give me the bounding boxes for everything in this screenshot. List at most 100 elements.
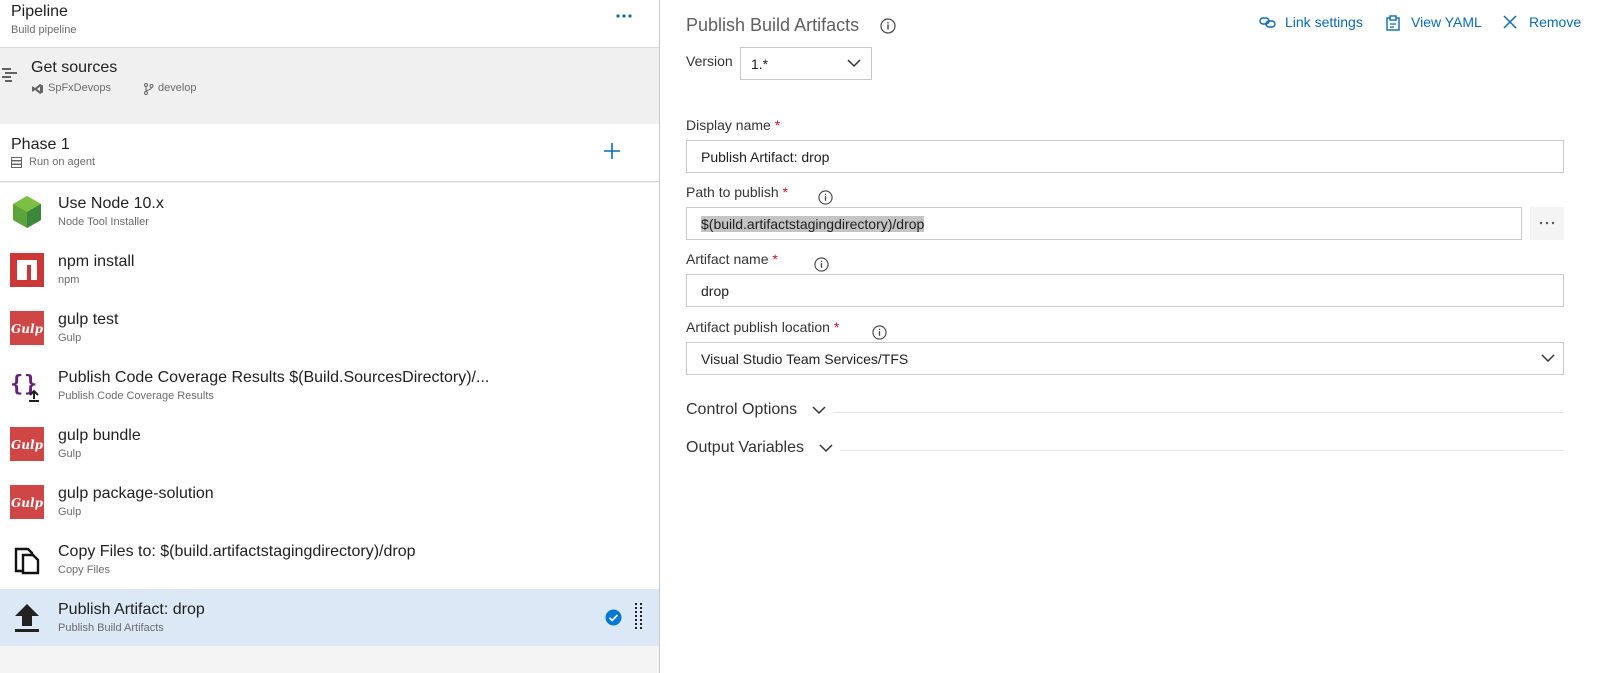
output-variables-toggle[interactable]: Output Variables	[686, 439, 833, 457]
task-name: Publish Artifact: drop	[58, 601, 205, 618]
version-select[interactable]: 1.*	[740, 47, 872, 80]
task-name: Copy Files to: $(build.artifactstagingdi…	[58, 543, 416, 560]
gulp-icon: Gulp	[10, 485, 44, 519]
remove-button[interactable]: Remove	[1503, 13, 1585, 33]
display-name-label-text: Display name	[686, 117, 771, 133]
svg-text:Gulp: Gulp	[11, 496, 44, 510]
ellipsis-icon	[616, 14, 632, 18]
chevron-down-icon	[847, 59, 861, 68]
publish-location-label: Artifact publish location *	[686, 319, 839, 335]
info-icon[interactable]	[814, 257, 829, 272]
agent-server-icon	[11, 157, 22, 168]
phase-header[interactable]: Phase 1 Run on agent	[0, 124, 659, 182]
plus-icon	[604, 143, 620, 159]
section-divider	[833, 412, 1564, 413]
task-item[interactable]: { } Publish Code Coverage Results $(Buil…	[0, 357, 659, 415]
link-settings-label: Link settings	[1285, 14, 1363, 30]
task-item[interactable]: Use Node 10.x Node Tool Installer	[0, 183, 659, 241]
task-details-title: Publish Build Artifacts	[686, 15, 860, 35]
output-variables-label: Output Variables	[686, 439, 804, 456]
remove-label: Remove	[1529, 14, 1582, 30]
chevron-down-icon	[819, 444, 833, 453]
add-task-button[interactable]	[601, 140, 623, 162]
task-type: Gulp	[58, 448, 82, 460]
version-value: 1.*	[751, 56, 769, 72]
control-options-label: Control Options	[686, 401, 798, 418]
view-yaml-label: View YAML	[1411, 14, 1482, 30]
info-icon[interactable]	[872, 325, 887, 340]
artifact-name-value: drop	[701, 283, 730, 299]
visual-studio-icon	[32, 84, 43, 94]
link-settings-button[interactable]: Link settings	[1259, 13, 1371, 33]
view-yaml-button[interactable]: View YAML	[1385, 13, 1487, 33]
clipboard-icon	[1386, 15, 1400, 31]
source-branch: develop	[158, 82, 197, 94]
close-icon	[1503, 15, 1517, 29]
chevron-down-icon	[812, 406, 826, 415]
artifact-name-label: Artifact name *	[686, 251, 778, 267]
source-repo: SpFxDevops	[48, 82, 111, 94]
task-name: gulp package-solution	[58, 485, 214, 502]
display-name-label: Display name *	[686, 117, 780, 133]
get-sources-item[interactable]: Get sources SpFxDevops develop	[0, 48, 659, 124]
task-type: Publish Build Artifacts	[58, 622, 164, 634]
node-icon	[13, 196, 41, 228]
gulp-icon: Gulp	[10, 427, 44, 461]
task-type: Gulp	[58, 506, 82, 518]
display-name-field[interactable]: Publish Artifact: drop	[686, 140, 1564, 173]
task-item[interactable]: Gulp gulp bundle Gulp	[0, 415, 659, 473]
task-type: Gulp	[58, 332, 82, 344]
code-coverage-icon: { }	[10, 372, 39, 402]
svg-text:Gulp: Gulp	[11, 438, 44, 452]
pipeline-pane: Pipeline Build pipeline Get sources SpFx…	[0, 0, 660, 673]
required-marker: *	[833, 319, 840, 335]
info-icon[interactable]	[818, 190, 833, 205]
sources-list-icon	[2, 68, 17, 82]
task-item[interactable]: npm install npm	[0, 241, 659, 299]
artifact-name-field[interactable]: drop	[686, 274, 1564, 307]
control-options-toggle[interactable]: Control Options	[686, 401, 826, 419]
path-to-publish-field[interactable]: $(build.artifactstagingdirectory)/drop	[686, 207, 1522, 240]
task-name: Publish Code Coverage Results $(Build.So…	[58, 369, 490, 386]
publish-location-select[interactable]: Visual Studio Team Services/TFS	[686, 342, 1564, 375]
npm-icon	[10, 253, 44, 287]
path-label-text: Path to publish	[686, 184, 779, 200]
chevron-down-icon	[1541, 354, 1555, 363]
publish-artifact-icon	[15, 604, 39, 632]
gulp-icon: Gulp	[10, 311, 44, 345]
browse-path-button[interactable]	[1530, 207, 1564, 240]
pipeline-header[interactable]: Pipeline Build pipeline	[0, 0, 659, 48]
task-type: Node Tool Installer	[58, 216, 149, 228]
task-name: npm install	[58, 253, 135, 270]
info-icon[interactable]	[880, 18, 896, 34]
link-icon	[1259, 17, 1276, 28]
task-item-selected[interactable]: Publish Artifact: drop Publish Build Art…	[0, 589, 659, 647]
ellipsis-icon	[1539, 221, 1555, 225]
pipeline-title: Pipeline	[11, 3, 68, 20]
copy-files-icon	[14, 547, 40, 575]
path-label: Path to publish *	[686, 184, 788, 200]
pipeline-subtitle: Build pipeline	[11, 24, 77, 36]
required-marker: *	[774, 117, 781, 133]
phase-subtitle: Run on agent	[29, 156, 96, 168]
drag-handle-icon[interactable]	[635, 603, 643, 633]
branch-icon	[144, 83, 154, 95]
task-name: Use Node 10.x	[58, 195, 164, 212]
task-type: npm	[58, 274, 80, 286]
task-item[interactable]: Gulp gulp test Gulp	[0, 299, 659, 357]
version-label: Version	[686, 53, 733, 69]
task-type: Publish Code Coverage Results	[58, 390, 214, 402]
required-marker: *	[772, 251, 778, 267]
publish-location-label-text: Artifact publish location	[686, 319, 830, 335]
task-name: gulp bundle	[58, 427, 141, 444]
task-item[interactable]: Gulp gulp package-solution Gulp	[0, 473, 659, 531]
svg-text:Gulp: Gulp	[11, 322, 44, 336]
required-marker: *	[782, 184, 788, 200]
task-type: Copy Files	[58, 564, 110, 576]
phase-title: Phase 1	[11, 136, 70, 153]
path-to-publish-value: $(build.artifactstagingdirectory)/drop	[701, 216, 925, 232]
more-actions-button[interactable]	[613, 6, 635, 26]
task-item[interactable]: Copy Files to: $(build.artifactstagingdi…	[0, 531, 659, 589]
checkmark-icon	[605, 609, 622, 626]
artifact-name-label-text: Artifact name	[686, 251, 769, 267]
